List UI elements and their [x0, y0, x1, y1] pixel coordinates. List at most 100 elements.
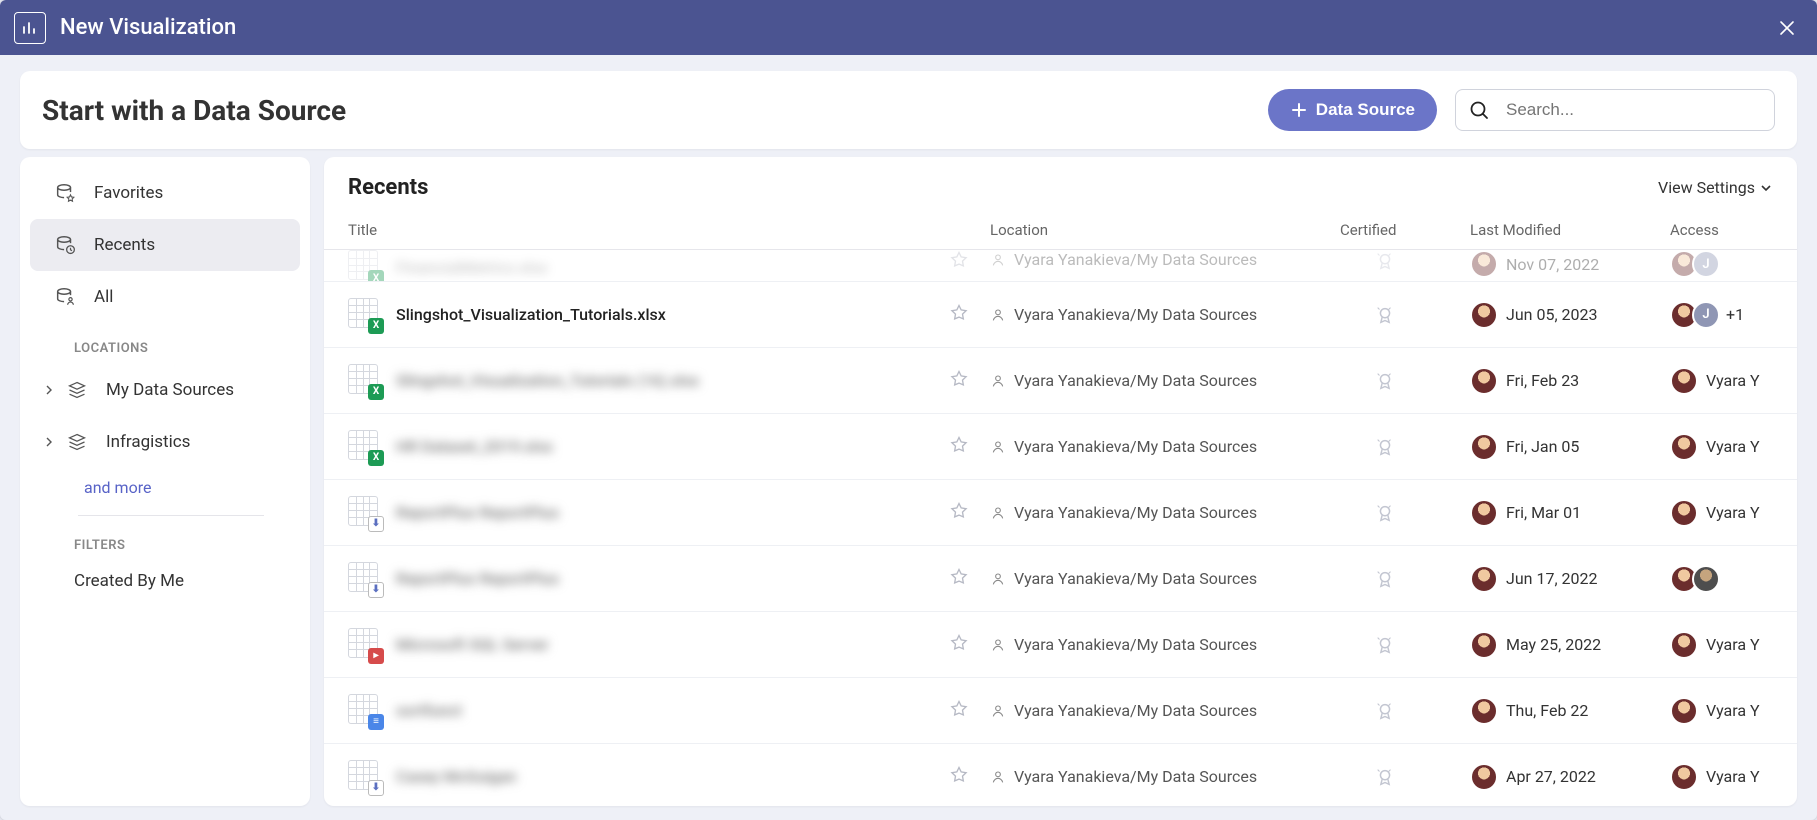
column-title[interactable]: Title	[324, 221, 934, 239]
modified-date: Nov 07, 2022	[1506, 255, 1599, 274]
location-path: Vyara Yanakieva/My Data Sources	[1014, 503, 1257, 522]
table-row[interactable]: ⬇ Casey McGuigan Vyara Yanakieva/My Data S…	[324, 744, 1797, 806]
avatar	[1670, 433, 1698, 461]
favorite-toggle[interactable]	[934, 633, 984, 657]
table-row[interactable]: XFinancialMetrics.xlsxVyara Yanakieva/My…	[324, 250, 1797, 282]
location-path: Vyara Yanakieva/My Data Sources	[1014, 437, 1257, 456]
divider	[78, 515, 264, 516]
location-path: Vyara Yanakieva/My Data Sources	[1014, 371, 1257, 390]
column-last-modified[interactable]: Last Modified	[1464, 221, 1664, 239]
certify-button[interactable]	[1334, 700, 1464, 722]
search-box[interactable]	[1455, 89, 1775, 131]
column-certified[interactable]: Certified	[1334, 221, 1464, 239]
certify-button[interactable]	[1334, 370, 1464, 392]
plus-icon	[1290, 101, 1308, 119]
favorite-toggle[interactable]	[934, 303, 984, 327]
modified-date: Fri, Feb 23	[1506, 371, 1579, 390]
file-name: Casey McGuigan	[396, 767, 516, 786]
access-label: Vyara Y	[1706, 635, 1760, 654]
favorite-toggle[interactable]	[934, 765, 984, 789]
column-access[interactable]: Access	[1664, 221, 1797, 239]
file-type-icon: ⬇	[348, 562, 382, 596]
avatar	[1470, 565, 1498, 593]
sidebar-filter-created-by-me[interactable]: Created By Me	[20, 561, 310, 605]
location-path: Vyara Yanakieva/My Data Sources	[1014, 767, 1257, 786]
table-row[interactable]: ≡sortfunctVyara Yanakieva/My Data Source…	[324, 678, 1797, 744]
avatar	[1670, 631, 1698, 659]
file-type-icon: X	[348, 364, 382, 398]
chevron-right-icon	[44, 380, 60, 400]
certify-button[interactable]	[1334, 568, 1464, 590]
table-row[interactable]: XHR Dataset_2019.xlsxVyara Yanakieva/My …	[324, 414, 1797, 480]
favorite-toggle[interactable]	[934, 699, 984, 723]
favorite-toggle[interactable]	[934, 501, 984, 525]
main-heading: Recents	[348, 175, 1658, 200]
avatar	[1692, 565, 1720, 593]
page-title: Start with a Data Source	[42, 94, 1268, 127]
location-path: Vyara Yanakieva/My Data Sources	[1014, 701, 1257, 720]
modified-date: Fri, Jan 05	[1506, 437, 1579, 456]
stack-icon	[64, 380, 90, 400]
favorite-toggle[interactable]	[934, 567, 984, 591]
avatar	[1670, 367, 1698, 395]
location-path: Vyara Yanakieva/My Data Sources	[1014, 635, 1257, 654]
avatar	[1670, 763, 1698, 791]
file-type-icon: X	[348, 250, 382, 282]
file-name: FinancialMetrics.xlsx	[396, 258, 548, 277]
add-data-source-button[interactable]: Data Source	[1268, 89, 1437, 131]
close-button[interactable]	[1771, 12, 1803, 44]
avatar	[1470, 367, 1498, 395]
access-label: Vyara Y	[1706, 701, 1760, 720]
view-settings-label: View Settings	[1658, 178, 1755, 197]
table-row[interactable]: ⬇ReportPlus ReportPlusVyara Yanakieva/My…	[324, 546, 1797, 612]
favorite-toggle[interactable]	[934, 435, 984, 459]
modified-date: Jun 05, 2023	[1506, 305, 1598, 324]
favorite-toggle[interactable]	[934, 250, 984, 274]
avatar	[1470, 499, 1498, 527]
location-path: Vyara Yanakieva/My Data Sources	[1014, 569, 1257, 588]
modified-date: May 25, 2022	[1506, 635, 1601, 654]
file-type-icon: ▸	[348, 628, 382, 662]
table-row[interactable]: ⬇ ReportPlus ReportPlus Vyara Yanakieva/My…	[324, 480, 1797, 546]
sidebar-item-infragistics[interactable]: Infragistics	[30, 416, 300, 468]
sidebar-heading-filters: FILTERS	[20, 520, 310, 561]
sidebar: Favorites Recents All LOCATIONS	[20, 157, 310, 806]
file-type-icon: ⬇	[348, 496, 382, 530]
file-name: Microsoft SQL Server	[396, 635, 549, 654]
app-chart-icon	[14, 12, 46, 44]
table-row[interactable]: XSlingshot_Visualization_Tutorials (16).…	[324, 348, 1797, 414]
table-row[interactable]: XSlingshot_Visualization_Tutorials.xlsxV…	[324, 282, 1797, 348]
location-path: Vyara Yanakieva/My Data Sources	[1014, 305, 1257, 324]
certify-button[interactable]	[1334, 304, 1464, 326]
certify-button[interactable]	[1334, 250, 1464, 272]
certify-button[interactable]	[1334, 766, 1464, 788]
all-db-user-icon	[52, 286, 78, 308]
sidebar-and-more-link[interactable]: and more	[20, 468, 310, 507]
sidebar-item-all[interactable]: All	[30, 271, 300, 323]
file-type-icon: X	[348, 298, 382, 332]
chevron-right-icon	[44, 432, 60, 452]
column-location[interactable]: Location	[984, 221, 1334, 239]
table-row[interactable]: ▸ Microsoft SQL Server Vyara Yanakieva/My …	[324, 612, 1797, 678]
sidebar-item-label: All	[94, 287, 113, 307]
sidebar-item-my-data-sources[interactable]: My Data Sources	[30, 364, 300, 416]
sidebar-item-favorites[interactable]: Favorites	[30, 167, 300, 219]
sidebar-item-label: Infragistics	[106, 432, 190, 452]
search-input[interactable]	[1506, 100, 1762, 120]
rows-container: X FinancialMetrics.xlsx Vyara Yanakieva/My…	[324, 250, 1797, 806]
view-settings-button[interactable]: View Settings	[1658, 178, 1773, 197]
avatar	[1470, 631, 1498, 659]
favorite-toggle[interactable]	[934, 369, 984, 393]
column-header-row: Title Location Certified Last Modified A…	[324, 210, 1797, 250]
access-label: Vyara Y	[1706, 437, 1760, 456]
file-name: ReportPlus ReportPlus	[396, 503, 559, 522]
file-type-icon: ≡	[348, 694, 382, 728]
certify-button[interactable]	[1334, 436, 1464, 458]
main-list-panel: Recents View Settings Title Location Cer…	[324, 157, 1797, 806]
file-type-icon: ⬇	[348, 760, 382, 794]
certify-button[interactable]	[1334, 634, 1464, 656]
certify-button[interactable]	[1334, 502, 1464, 524]
sidebar-item-label: Favorites	[94, 183, 163, 203]
modified-date: Thu, Feb 22	[1506, 701, 1588, 720]
sidebar-item-recents[interactable]: Recents	[30, 219, 300, 271]
